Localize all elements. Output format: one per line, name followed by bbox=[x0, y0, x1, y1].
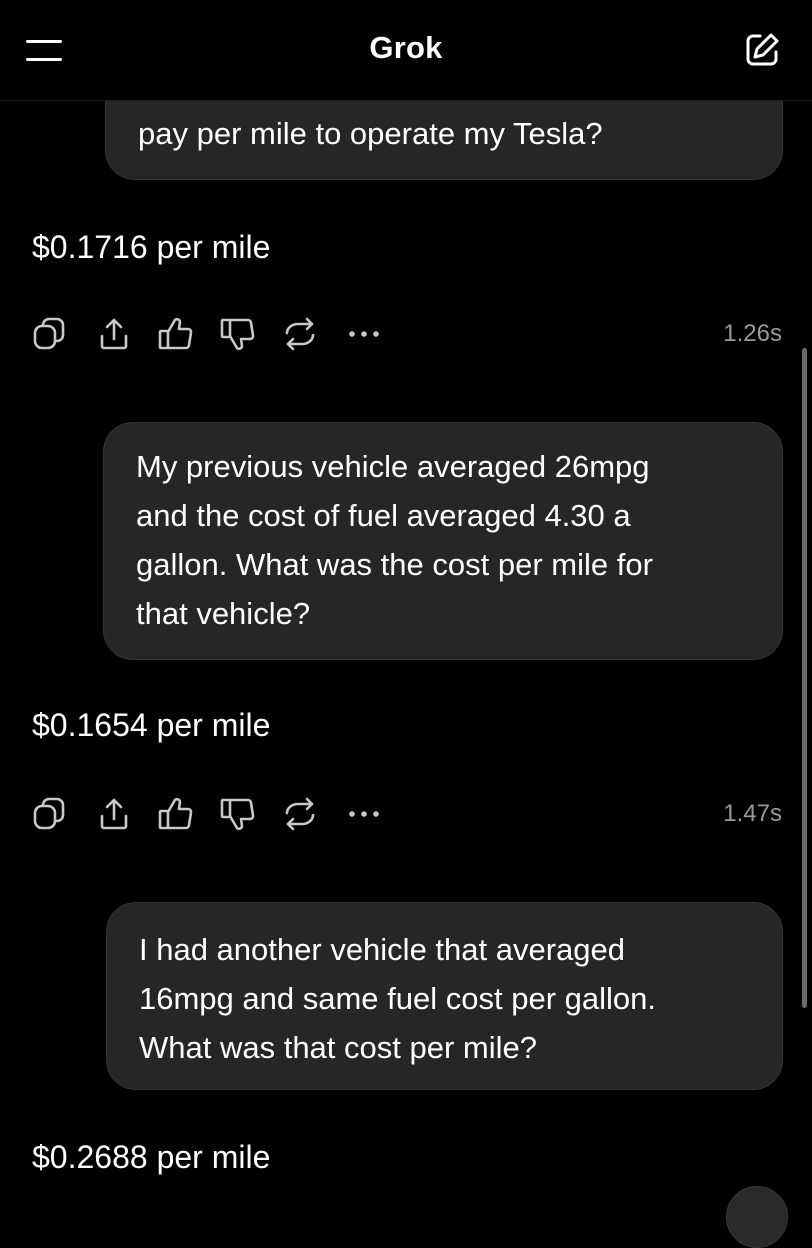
scroll-to-bottom-button[interactable] bbox=[726, 1186, 788, 1248]
more-options-icon[interactable] bbox=[344, 314, 384, 354]
user-message-bubble: I had another vehicle that averaged 16mp… bbox=[106, 902, 783, 1090]
user-message-bubble: My previous vehicle averaged 26mpg and t… bbox=[103, 422, 783, 660]
more-options-icon[interactable] bbox=[344, 794, 384, 834]
response-time: 1.26s bbox=[723, 320, 782, 347]
user-message-line: I had another vehicle that averaged bbox=[139, 932, 626, 967]
page-title: Grok bbox=[369, 30, 443, 65]
response-time: 1.47s bbox=[723, 800, 782, 827]
user-message-line: 16mpg and same fuel cost per gallon. bbox=[139, 981, 656, 1016]
new-chat-edit-icon[interactable] bbox=[742, 30, 782, 70]
user-message-line: that vehicle? bbox=[136, 596, 311, 631]
user-message-line: My previous vehicle averaged 26mpg bbox=[136, 449, 650, 484]
user-message-line: What was that cost per mile? bbox=[139, 1030, 537, 1065]
copy-icon[interactable] bbox=[30, 314, 70, 354]
user-message-line: gallon. What was the cost per mile for bbox=[136, 547, 653, 582]
copy-icon[interactable] bbox=[30, 794, 70, 834]
assistant-answer: $0.2688 per mile bbox=[32, 1139, 271, 1175]
user-message-line: and the cost of fuel averaged 4.30 a bbox=[136, 498, 631, 533]
regenerate-icon[interactable] bbox=[280, 794, 320, 834]
message-action-bar: 1.26s bbox=[30, 314, 782, 354]
thumbs-up-icon[interactable] bbox=[156, 794, 196, 834]
assistant-answer: $0.1654 per mile bbox=[32, 707, 271, 743]
share-icon[interactable] bbox=[94, 794, 134, 834]
user-message-text: pay per mile to operate my Tesla? bbox=[138, 116, 603, 151]
assistant-answer: $0.1716 per mile bbox=[32, 229, 271, 265]
regenerate-icon[interactable] bbox=[280, 314, 320, 354]
thumbs-down-icon[interactable] bbox=[218, 794, 258, 834]
share-icon[interactable] bbox=[94, 314, 134, 354]
message-action-bar: 1.47s bbox=[30, 794, 782, 834]
thumbs-down-icon[interactable] bbox=[218, 314, 258, 354]
app-header: Grok bbox=[0, 0, 812, 101]
scrollbar[interactable] bbox=[802, 348, 807, 1008]
thumbs-up-icon[interactable] bbox=[156, 314, 196, 354]
